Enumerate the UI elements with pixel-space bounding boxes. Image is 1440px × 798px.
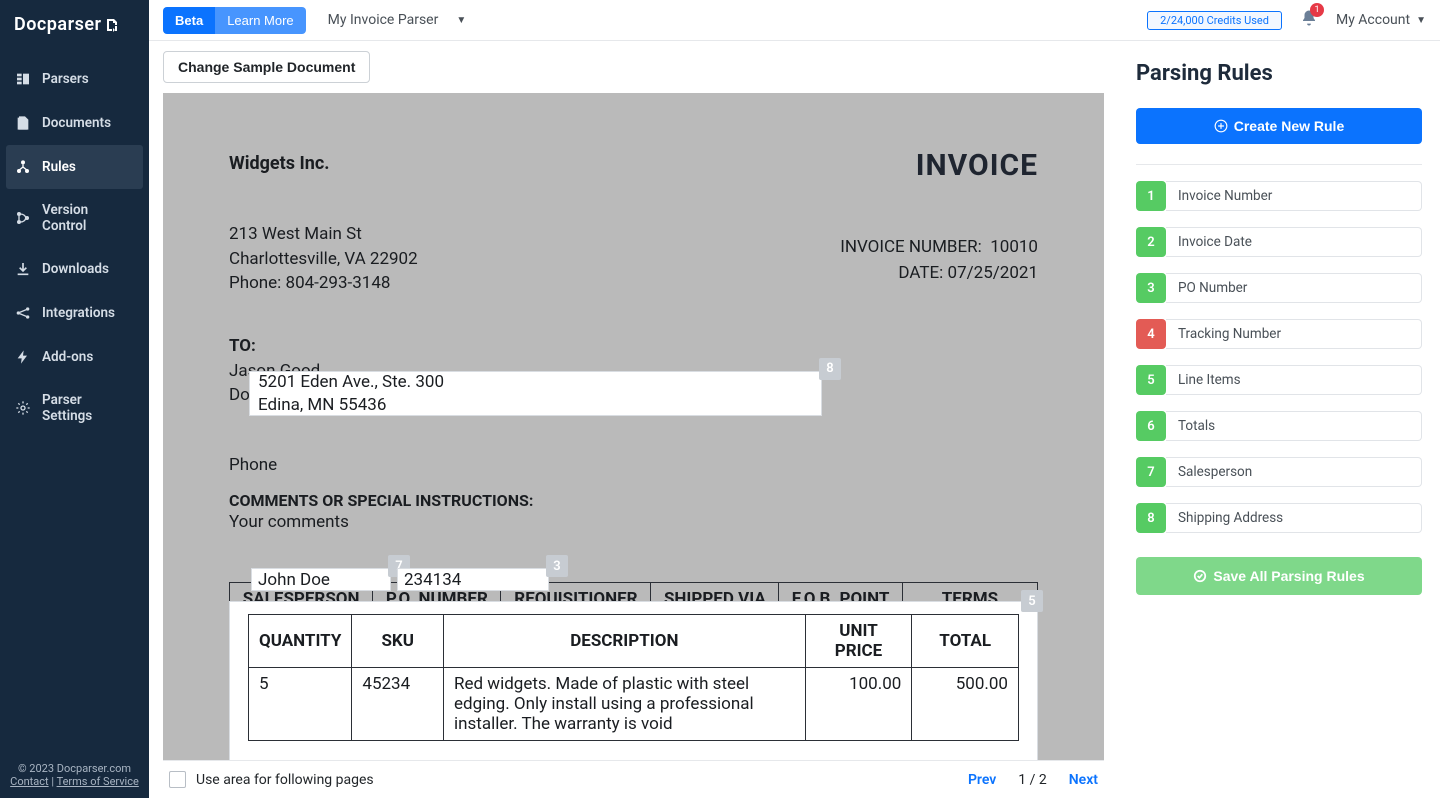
selection-tag: 5: [1021, 590, 1043, 612]
parsers-icon: [14, 70, 32, 88]
change-sample-doc-button[interactable]: Change Sample Document: [163, 51, 370, 83]
plus-circle-icon: [1214, 119, 1228, 133]
rule-number: 6: [1136, 411, 1166, 441]
panel-title: Parsing Rules: [1136, 61, 1422, 86]
rule-number: 1: [1136, 181, 1166, 211]
rule-number: 4: [1136, 319, 1166, 349]
notif-count: 1: [1310, 3, 1324, 17]
pager: Prev 1 / 2 Next: [968, 772, 1098, 788]
beta-group: Beta Learn More: [163, 7, 306, 34]
rule-item[interactable]: 6Totals: [1136, 411, 1422, 441]
rule-item[interactable]: 5Line Items: [1136, 365, 1422, 395]
credits-badge[interactable]: 2/24,000 Credits Used: [1147, 11, 1282, 30]
sidebar-footer: © 2023 Docparser.com Contact | Terms of …: [0, 754, 149, 798]
nav-label: Parsers: [42, 71, 89, 87]
doc-items-table: QUANTITYSKUDESCRIPTIONUNIT PRICETOTAL 54…: [248, 614, 1019, 741]
logo: Docparser: [0, 0, 149, 49]
nav-label: Add-ons: [42, 349, 93, 365]
sidebar-item-downloads[interactable]: Downloads: [0, 247, 149, 291]
parser-dropdown[interactable]: My Invoice Parser ▼: [328, 12, 467, 28]
nav-label: Rules: [42, 159, 76, 175]
sidebar-item-integrations[interactable]: Integrations: [0, 291, 149, 335]
rule-label[interactable]: Totals: [1166, 411, 1422, 441]
doc-invoice-meta: INVOICE NUMBER: 10010 DATE: 07/25/2021: [840, 235, 1038, 286]
rule-item[interactable]: 3PO Number: [1136, 273, 1422, 303]
rule-number: 3: [1136, 273, 1166, 303]
rule-item[interactable]: 7Salesperson: [1136, 457, 1422, 487]
selection-tag: 8: [819, 358, 841, 380]
topbar: Beta Learn More My Invoice Parser ▼ 2/24…: [149, 0, 1440, 41]
nav-label: Documents: [42, 115, 111, 131]
selection-salesperson[interactable]: John Doe 7: [251, 568, 391, 591]
document-page: Widgets Inc. INVOICE 213 West Main St Ch…: [199, 93, 1068, 760]
rule-number: 5: [1136, 365, 1166, 395]
sidebar-item-add-ons[interactable]: Add-ons: [0, 335, 149, 379]
selection-tag: 3: [546, 555, 568, 577]
copyright: © 2023 Docparser.com: [0, 762, 149, 775]
sidebar-item-parsers[interactable]: Parsers: [0, 57, 149, 101]
sidebar-nav: Parsers Documents Rules Version Control Down…: [0, 49, 149, 754]
rule-label[interactable]: Salesperson: [1166, 457, 1422, 487]
doc-invoice-title: INVOICE: [916, 148, 1038, 183]
learn-more-button[interactable]: Learn More: [215, 7, 305, 34]
rule-item[interactable]: 1Invoice Number: [1136, 181, 1422, 211]
next-page-button[interactable]: Next: [1069, 772, 1098, 788]
rules-list: 1Invoice Number2Invoice Date3PO Number4T…: [1136, 181, 1422, 533]
addons-icon: [14, 348, 32, 366]
beta-badge: Beta: [163, 7, 215, 34]
save-rules-button[interactable]: Save All Parsing Rules: [1136, 557, 1422, 595]
sidebar-item-parser-settings[interactable]: Parser Settings: [0, 379, 149, 437]
rule-label[interactable]: Invoice Number: [1166, 181, 1422, 211]
rule-number: 8: [1136, 503, 1166, 533]
selection-line-items[interactable]: 5 QUANTITYSKUDESCRIPTIONUNIT PRICETOTAL …: [229, 601, 1038, 760]
create-rule-button[interactable]: Create New Rule: [1136, 108, 1422, 144]
rule-number: 7: [1136, 457, 1166, 487]
nav-label: Downloads: [42, 261, 109, 277]
rule-label[interactable]: Shipping Address: [1166, 503, 1422, 533]
rule-number: 2: [1136, 227, 1166, 257]
tos-link[interactable]: Terms of Service: [57, 775, 139, 788]
check-circle-icon: [1193, 569, 1207, 583]
page-indicator: 1 / 2: [1018, 772, 1046, 788]
rule-label[interactable]: Tracking Number: [1166, 319, 1422, 349]
rules-panel: Parsing Rules Create New Rule 1Invoice N…: [1118, 41, 1440, 798]
version-icon: [14, 209, 32, 227]
nav-label: Parser Settings: [42, 392, 135, 424]
downloads-icon: [14, 260, 32, 278]
sidebar-item-rules[interactable]: Rules: [6, 145, 143, 189]
rule-item[interactable]: 2Invoice Date: [1136, 227, 1422, 257]
doc-comments: COMMENTS OR SPECIAL INSTRUCTIONS: Your c…: [229, 491, 1038, 532]
parser-name: My Invoice Parser: [328, 12, 439, 28]
rule-item[interactable]: 4Tracking Number: [1136, 319, 1422, 349]
nav-label: Integrations: [42, 305, 115, 321]
account-dropdown[interactable]: My Account ▼: [1336, 12, 1426, 28]
selection-po-number[interactable]: 234134 3: [397, 568, 549, 591]
caret-down-icon: ▼: [1416, 15, 1426, 26]
use-area-checkbox[interactable]: [169, 771, 186, 788]
editor: Change Sample Document Widgets Inc. INVO…: [149, 41, 1118, 798]
integrations-icon: [14, 304, 32, 322]
document-viewport[interactable]: Widgets Inc. INVOICE 213 West Main St Ch…: [163, 93, 1104, 760]
rule-item[interactable]: 8Shipping Address: [1136, 503, 1422, 533]
rule-label[interactable]: PO Number: [1166, 273, 1422, 303]
contact-link[interactable]: Contact: [10, 775, 48, 788]
rule-label[interactable]: Line Items: [1166, 365, 1422, 395]
settings-icon: [14, 399, 32, 417]
logo-text: Docparser: [14, 14, 102, 35]
notifications-button[interactable]: 1: [1300, 9, 1318, 31]
sidebar-item-version-control[interactable]: Version Control: [0, 189, 149, 247]
use-area-label: Use area for following pages: [196, 772, 374, 788]
sidebar-item-documents[interactable]: Documents: [0, 101, 149, 145]
prev-page-button[interactable]: Prev: [968, 772, 996, 788]
nav-label: Version Control: [42, 202, 135, 234]
selection-shipping-address[interactable]: 5201 Eden Ave., Ste. 300 Edina, MN 55436…: [249, 371, 822, 416]
rule-label[interactable]: Invoice Date: [1166, 227, 1422, 257]
caret-down-icon: ▼: [456, 15, 466, 26]
editor-footer: Use area for following pages Prev 1 / 2 …: [163, 760, 1104, 798]
rules-icon: [14, 158, 32, 176]
account-label: My Account: [1336, 12, 1410, 28]
documents-icon: [14, 114, 32, 132]
sidebar: Docparser Parsers Documents Rules Version C…: [0, 0, 149, 798]
